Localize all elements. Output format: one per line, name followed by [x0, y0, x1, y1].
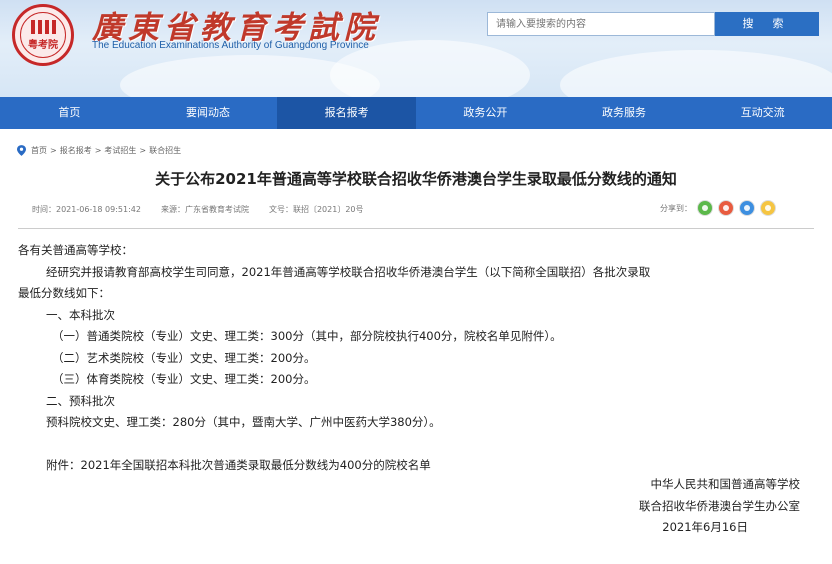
nav-item-home[interactable]: 首页 [0, 97, 139, 129]
article-signature: 中华人民共和国普通高等学校 联合招收华侨港澳台学生办公室 2021年6月16日 [639, 474, 800, 539]
meta-time: 时间：2021-06-18 09:51:42 [32, 205, 141, 214]
article-paragraph: 各有关普通高等学校： [18, 243, 133, 257]
article-section-heading: 一、本科批次 [46, 307, 115, 322]
nav-item-registration[interactable]: 报名报考 [277, 97, 417, 129]
breadcrumb-exams[interactable]: 考试招生 [104, 145, 136, 156]
meta-source: 来源：广东省教育考试院 [160, 205, 249, 214]
weibo-share-icon[interactable] [718, 200, 734, 216]
breadcrumb-separator: > [50, 146, 57, 155]
share-label: 分享到： [660, 203, 692, 213]
nav-item-news[interactable]: 要闻动态 [139, 97, 278, 129]
meta-docno: 文号：联招〔2021〕20号 [268, 205, 364, 214]
nav-item-interaction[interactable]: 互动交流 [693, 97, 832, 129]
signature-line: 联合招收华侨港澳台学生办公室 [639, 498, 800, 513]
breadcrumb-separator: > [139, 146, 147, 155]
breadcrumb-separator: > [94, 146, 102, 155]
article-paragraph: （三）体育类院校（专业）文史、理工类：200分。 [52, 372, 316, 386]
article-section-heading: 二、预科批次 [46, 393, 115, 408]
signature-line: 中华人民共和国普通高等学校 [650, 477, 801, 491]
qzone-share-icon[interactable] [760, 200, 776, 216]
logo-bars-icon [30, 19, 56, 34]
article-meta: 时间：2021-06-18 09:51:42 来源：广东省教育考试院 文号：联招… [32, 204, 364, 215]
search-button[interactable]: 搜 索 [715, 12, 819, 36]
main-nav: 首页 要闻动态 报名报考 政务公开 政务服务 互动交流 [0, 97, 832, 129]
article-title: 关于公布2021年普通高等学校联合招收华侨港澳台学生录取最低分数线的通知 [155, 170, 677, 188]
article-paragraph: 预科院校文史、理工类：280分（其中，暨南大学、广州中医药大学380分）。 [46, 415, 441, 429]
wechat-share-icon[interactable] [697, 200, 713, 216]
breadcrumb-registration[interactable]: 报名报考 [60, 145, 92, 156]
search-input[interactable] [487, 12, 715, 36]
article-paragraph: 最低分数线如下： [18, 286, 110, 300]
nav-item-government-affairs[interactable]: 政务公开 [416, 97, 555, 129]
divider [18, 228, 814, 229]
qq-share-icon[interactable] [739, 200, 755, 216]
site-logo[interactable]: 粤考院 [12, 4, 74, 66]
site-header: 粤考院 廣東省教育考試院 The Education Examinations … [0, 0, 832, 97]
article-body: 各有关普通高等学校： 经研究并报请教育部高校学生司同意，2021年普通高等学校联… [18, 240, 818, 476]
signature-date: 2021年6月16日 [662, 520, 748, 534]
breadcrumb-home[interactable]: 首页 [31, 145, 47, 156]
logo-seal-text: 粤考院 [28, 39, 58, 51]
article-paragraph: 经研究并报请教育部高校学生司同意，2021年普通高等学校联合招收华侨港澳台学生（… [46, 264, 651, 279]
article-paragraph: （二）艺术类院校（专业）文史、理工类：200分。 [52, 350, 316, 365]
breadcrumb: 首页 > 报名报考 > 考试招生 > 联合招生 [17, 145, 181, 156]
share-bar: 分享到： [660, 200, 776, 216]
attachment-link[interactable]: 附件：2021年全国联招本科批次普通类录取最低分数线为400分的院校名单 [18, 455, 818, 477]
article-paragraph: （一）普通类院校（专业）文史、理工类：300分（其中，部分院校执行400分，院校… [52, 329, 562, 343]
site-subtitle: The Education Examinations Authority of … [92, 40, 369, 51]
location-pin-icon [17, 145, 26, 156]
breadcrumb-joint-admission[interactable]: 联合招生 [149, 145, 181, 156]
nav-item-government-services[interactable]: 政务服务 [555, 97, 694, 129]
